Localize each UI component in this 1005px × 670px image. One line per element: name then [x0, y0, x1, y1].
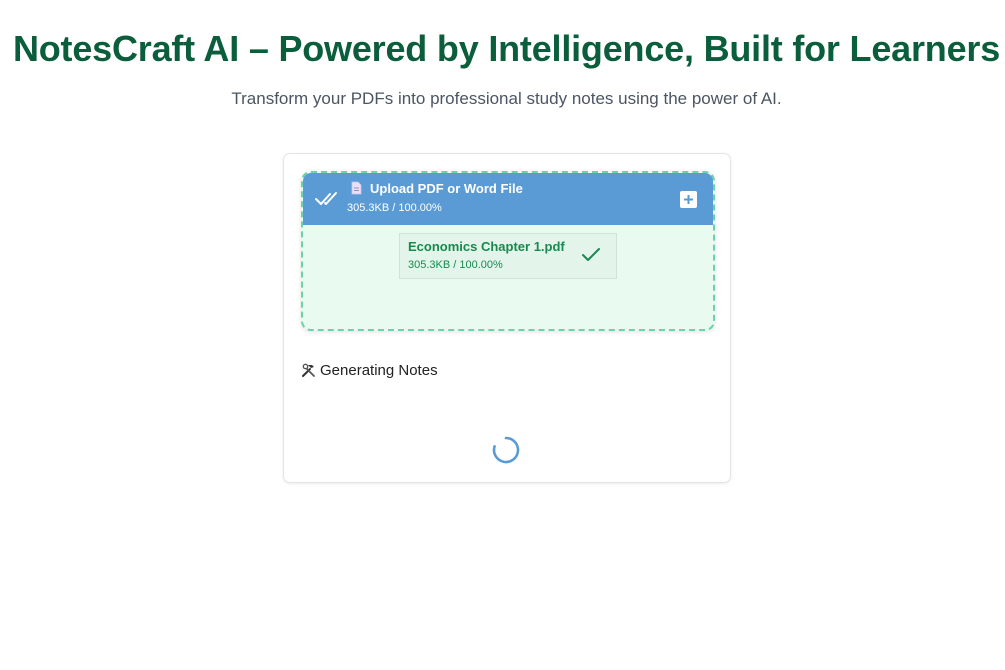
- page-subtitle: Transform your PDFs into professional st…: [231, 89, 782, 108]
- check-all-icon: [315, 192, 337, 205]
- upload-header-status: 305.3KB / 100.00%: [347, 202, 442, 214]
- file-status: 305.3KB / 100.00%: [408, 259, 503, 271]
- spinner-icon: [492, 436, 520, 464]
- add-file-button[interactable]: [680, 191, 697, 208]
- generating-label: Generating Notes: [320, 362, 438, 379]
- upload-header-title: Upload PDF or Word File: [370, 181, 523, 196]
- file-name: Economics Chapter 1.pdf: [408, 239, 565, 254]
- hammer-wrench-icon: [302, 363, 315, 377]
- page: NotesCraft AI – Powered by Intelligence,…: [0, 0, 1005, 670]
- checkmark-icon: [582, 248, 600, 261]
- file-item[interactable]: Economics Chapter 1.pdf 305.3KB / 100.00…: [399, 233, 617, 279]
- document-icon: [351, 181, 362, 195]
- upload-card: Upload PDF or Word File 305.3KB / 100.00…: [283, 153, 731, 483]
- page-title: NotesCraft AI – Powered by Intelligence,…: [12, 28, 1001, 69]
- plus-icon: [684, 195, 693, 204]
- file-dropzone[interactable]: Upload PDF or Word File 305.3KB / 100.00…: [301, 171, 715, 331]
- upload-header: Upload PDF or Word File 305.3KB / 100.00…: [303, 173, 713, 225]
